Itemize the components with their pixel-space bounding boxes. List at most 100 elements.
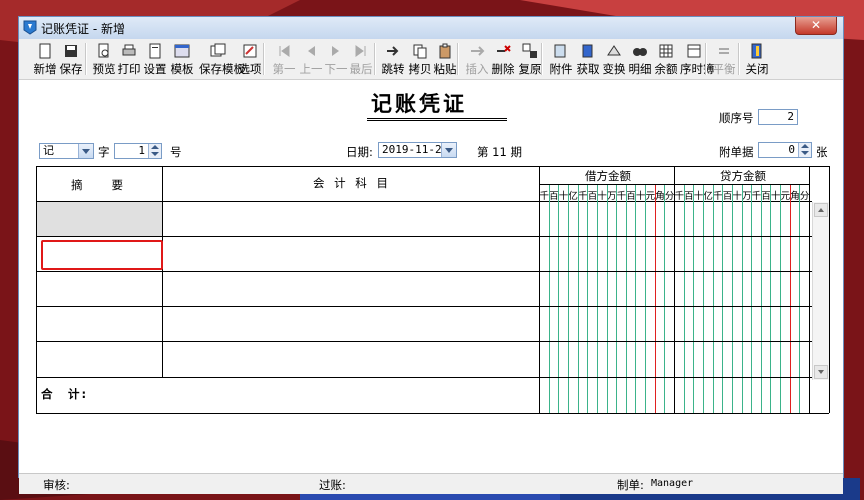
- toolbar-button-delete[interactable]: 删除: [491, 42, 515, 78]
- toolbar-button-insert[interactable]: 插入: [465, 42, 489, 78]
- voucher-title: 记账凭证: [371, 91, 467, 116]
- review-label: 审核:: [43, 478, 70, 492]
- last-icon: [355, 45, 366, 57]
- grid-border-top: [36, 166, 829, 167]
- toolbar-button-save-template[interactable]: 保存模板: [199, 42, 245, 78]
- attach-stepper[interactable]: 0: [758, 142, 812, 158]
- settings-icon: [149, 43, 161, 59]
- toolbar-button-label: 明细: [628, 62, 652, 76]
- toolbar-button-label: 选项: [238, 62, 262, 76]
- insert-icon: [471, 46, 485, 56]
- credit-col-right: [809, 166, 810, 413]
- toolbar-button-new-doc[interactable]: 新增: [33, 42, 57, 78]
- credit-digit-label: 亿: [703, 191, 713, 202]
- word-select-value: 记: [43, 144, 54, 157]
- credit-digit-line: [741, 185, 743, 413]
- toolbar-button-save[interactable]: 保存: [59, 42, 83, 78]
- chevron-down-icon[interactable]: [78, 144, 93, 158]
- spin-icon[interactable]: [798, 143, 811, 157]
- template-icon: [174, 44, 190, 58]
- toolbar-button-template[interactable]: 模板: [170, 42, 194, 78]
- toolbar-button-next[interactable]: 下一: [324, 42, 348, 78]
- maker-label: 制单:: [617, 478, 644, 492]
- close-door-icon: [751, 43, 762, 59]
- toolbar-button-prev[interactable]: 上一: [299, 42, 323, 78]
- window-close-button[interactable]: ✕: [795, 17, 837, 35]
- options-icon: [243, 44, 257, 58]
- debit-digit-line: [596, 185, 598, 413]
- toolbar-button-label: 保存模板: [199, 62, 245, 76]
- credit-digit-label: 百: [722, 191, 733, 202]
- toolbar-button-label: 获取: [576, 62, 600, 76]
- selected-summary-cell[interactable]: [41, 240, 163, 270]
- toolbar-button-label: 新增: [33, 62, 57, 76]
- toolbar-button-label: 关闭: [745, 62, 769, 76]
- toolbar-button-label: 打印: [117, 62, 141, 76]
- toolbar-button-jump[interactable]: 跳转: [381, 42, 405, 78]
- print-icon: [122, 44, 136, 56]
- total-row-top: [36, 377, 829, 378]
- toolbar-button-close-door[interactable]: 关闭: [745, 42, 769, 78]
- credit-digit-label: 分: [799, 191, 810, 202]
- toolbar-button-balance[interactable]: 余额: [654, 42, 678, 78]
- attach-label: 附单据: [719, 145, 754, 159]
- seq-field[interactable]: 2: [758, 109, 798, 125]
- toolbar-button-preview[interactable]: 预览: [92, 42, 116, 78]
- date-picker[interactable]: 2019-11-25: [378, 142, 457, 158]
- calendar-dropdown-icon[interactable]: [441, 143, 456, 157]
- toolbar-button-journal[interactable]: 序时簿: [680, 42, 715, 78]
- number-stepper[interactable]: 1: [114, 143, 162, 159]
- toolbar-button-equal[interactable]: 平衡: [712, 42, 736, 78]
- row-divider: [36, 341, 812, 342]
- toolbar-button-print[interactable]: 打印: [117, 42, 141, 78]
- total-label: 合 计:: [41, 387, 89, 401]
- credit-digit-label: 千: [713, 191, 723, 202]
- grid-scrollbar[interactable]: [812, 202, 829, 380]
- toolbar-button-label: 余额: [654, 62, 678, 76]
- spin-icon[interactable]: [148, 144, 161, 158]
- toolbar-button-options[interactable]: 选项: [238, 42, 262, 78]
- credit-digit-line: [780, 185, 782, 413]
- grid-border-bottom: [36, 413, 829, 414]
- credit-col-divider: [674, 166, 675, 413]
- balance-icon: [659, 44, 673, 58]
- toolbar-button-copy[interactable]: 拷贝: [408, 42, 432, 78]
- toolbar-button-label: 删除: [491, 62, 515, 76]
- toolbar-separator: [738, 43, 740, 75]
- debit-digit-line: [567, 185, 569, 413]
- debit-digit-label: 元: [645, 191, 656, 202]
- date-value: 2019-11-25: [382, 143, 449, 156]
- toolbar-button-attachment[interactable]: 附件: [549, 42, 573, 78]
- toolbar-button-detail[interactable]: 明细: [628, 42, 652, 78]
- scroll-down-icon[interactable]: [814, 365, 828, 379]
- toolbar-button-transform[interactable]: 变换: [602, 42, 626, 78]
- title-bar: 记账凭证 - 新增 ✕: [19, 17, 843, 40]
- credit-digit-line: [789, 185, 791, 413]
- first-icon: [279, 45, 290, 57]
- save-template-icon: [210, 43, 226, 57]
- toolbar-button-last[interactable]: 最后: [349, 42, 373, 78]
- debit-digit-line: [654, 185, 656, 413]
- debit-digit-label: 千: [539, 191, 550, 202]
- col-debit-header: 借方金额: [585, 169, 631, 183]
- credit-digit-line: [712, 185, 714, 413]
- active-summary-cell[interactable]: [37, 202, 162, 236]
- preview-icon: [98, 43, 109, 58]
- jump-icon: [387, 46, 399, 56]
- toolbar-button-restore[interactable]: 复原: [518, 42, 542, 78]
- transform-icon: [607, 45, 621, 56]
- credit-digit-label: 元: [780, 191, 791, 202]
- toolbar-button-first[interactable]: 第一: [272, 42, 296, 78]
- save-icon: [65, 45, 77, 57]
- toolbar-button-paste[interactable]: 粘贴: [433, 42, 457, 78]
- new-doc-icon: [39, 43, 51, 59]
- toolbar-button-settings[interactable]: 设置: [143, 42, 167, 78]
- word-select[interactable]: 记: [39, 143, 94, 159]
- toolbar-button-fetch[interactable]: 获取: [576, 42, 600, 78]
- date-label: 日期:: [346, 145, 373, 159]
- credit-digit-line: [683, 185, 685, 413]
- debit-digit-line: [577, 185, 579, 413]
- scroll-up-icon[interactable]: [814, 203, 828, 217]
- number-label: 号: [170, 145, 182, 159]
- detail-icon: [633, 48, 647, 56]
